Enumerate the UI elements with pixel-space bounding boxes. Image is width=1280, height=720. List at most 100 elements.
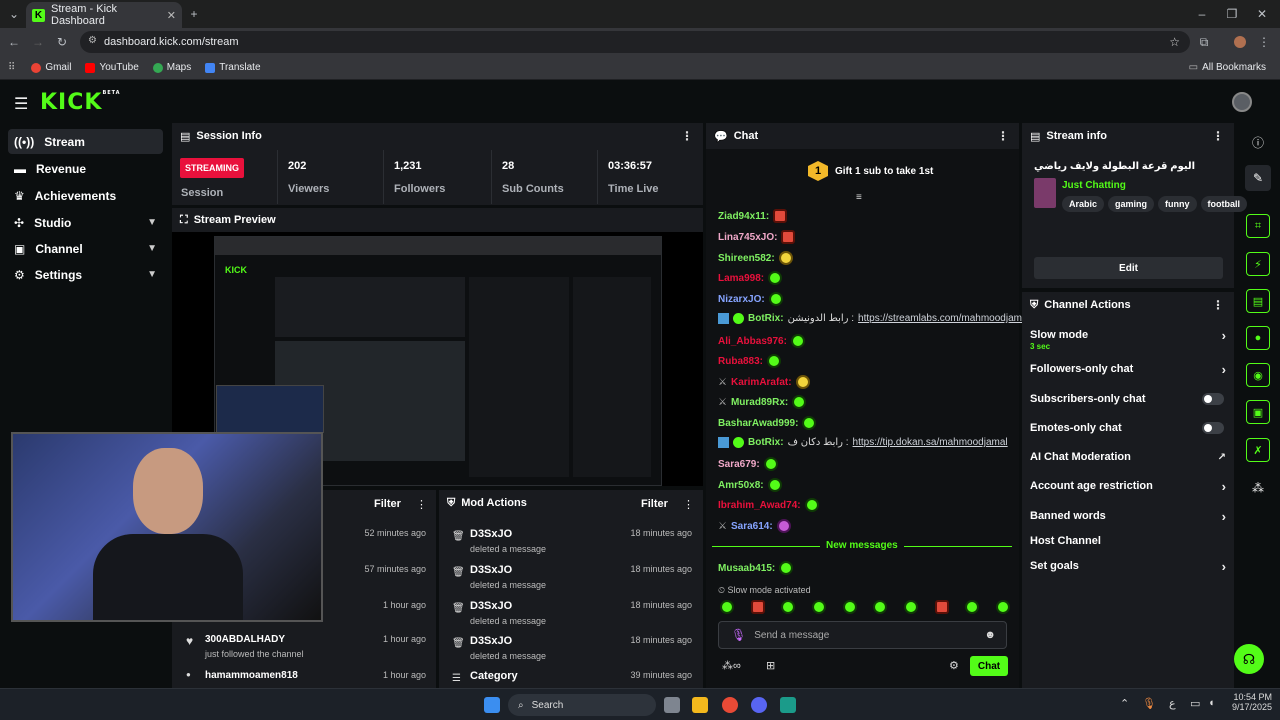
broadcast-icon[interactable]: ◉ (1246, 363, 1270, 387)
tag[interactable]: football (1200, 196, 1248, 212)
back-icon[interactable]: ← (6, 34, 22, 50)
sidebar-item-stream[interactable]: ((•)) Stream (8, 129, 163, 154)
sidebar-item-revenue[interactable]: ▬ Revenue (8, 156, 163, 181)
action-set-goals[interactable]: Set goals › (1030, 559, 1226, 574)
activity-user[interactable]: hamammoamen818 (205, 670, 298, 681)
emote-icon[interactable] (965, 600, 980, 614)
bookmark-translate[interactable]: Translate (205, 62, 261, 73)
site-info-icon[interactable]: ⚙ (88, 35, 97, 46)
action-followers-only[interactable]: Followers-only chat › (1030, 362, 1226, 377)
tag[interactable]: gaming (1108, 196, 1155, 212)
more-options-icon[interactable]: ⋮ (683, 498, 694, 511)
forward-icon[interactable]: → (30, 34, 46, 50)
support-headset-icon[interactable]: ☊ (1234, 644, 1264, 674)
subscribers-only-toggle[interactable] (1202, 393, 1224, 405)
sidebar-item-studio[interactable]: ✣ Studio ▼ (8, 210, 163, 235)
chat-link[interactable]: https://tip.dokan.sa/mahmoodjamal (853, 437, 1008, 448)
action-ai-moderation[interactable]: AI Chat Moderation ↗ (1030, 451, 1226, 463)
bookmark-maps[interactable]: Maps (152, 62, 191, 73)
activity-filter-button[interactable]: Filter (374, 498, 401, 510)
url-bar[interactable]: ⚙ dashboard.kick.com/stream ☆ (80, 31, 1190, 53)
new-messages-label[interactable]: New messages (820, 540, 904, 551)
share-icon[interactable]: ⁂ (1252, 481, 1264, 495)
input-language[interactable]: ع (1169, 697, 1176, 710)
emotes-only-toggle[interactable] (1202, 422, 1224, 434)
document-icon[interactable]: ▤ (1246, 289, 1270, 313)
tab-close-icon[interactable]: ✕ (167, 9, 176, 22)
chat-settings-icon[interactable]: ⚙ (949, 659, 959, 672)
gift-icon[interactable]: ⊞ (766, 659, 775, 672)
action-account-age[interactable]: Account age restriction › (1030, 479, 1226, 494)
system-clock[interactable]: 10:54 PM 9/17/2025 (1232, 692, 1272, 712)
bookmark-star-icon[interactable]: ☆ (1169, 35, 1180, 49)
tag[interactable]: Arabic (1062, 196, 1105, 212)
clip-icon[interactable]: ⌗ (1246, 214, 1270, 238)
user-avatar[interactable] (1232, 92, 1252, 112)
pinned-collapse-icon[interactable]: ≡ (856, 192, 862, 203)
extensions-icon[interactable]: ⧉ (1196, 34, 1212, 50)
gift-sub-text[interactable]: Gift 1 sub to take 1st (835, 166, 933, 177)
more-options-icon[interactable]: ⋮ (1212, 129, 1224, 143)
wrench-icon[interactable]: ✗ (1246, 438, 1270, 462)
close-window-icon[interactable]: ✕ (1254, 6, 1270, 22)
emote-icon[interactable] (720, 600, 734, 614)
pencil-icon[interactable]: ✎ (1245, 165, 1271, 191)
apps-icon[interactable]: ⠿ (8, 62, 15, 73)
file-explorer-icon[interactable] (692, 697, 708, 713)
more-options-icon[interactable]: ⋮ (997, 129, 1009, 143)
action-banned-words[interactable]: Banned words › (1030, 509, 1226, 524)
emote-icon[interactable] (842, 600, 857, 614)
bookmark-youtube[interactable]: YouTube (85, 62, 139, 73)
browser-tab[interactable]: K Stream - Kick Dashboard ✕ (26, 2, 182, 28)
edit-stream-info-button[interactable]: Edit (1034, 257, 1223, 279)
kick-logo[interactable]: KICKBETA (40, 90, 121, 115)
emote-icon[interactable] (995, 600, 1010, 614)
lightning-icon[interactable]: ⚡ (1246, 252, 1270, 276)
info-circle-icon[interactable]: ⓘ (1252, 134, 1264, 151)
layout-icon[interactable]: ▣ (1246, 400, 1270, 424)
sidebar-item-achievements[interactable]: ♛ Achievements (8, 183, 163, 208)
more-options-icon[interactable]: ⋮ (681, 129, 693, 143)
taskbar-search[interactable]: ⌕ Search (508, 694, 656, 716)
windows-start-icon[interactable] (484, 697, 500, 713)
action-subscribers-only[interactable]: Subscribers-only chat (1030, 393, 1226, 405)
activity-user[interactable]: 300ABDALHADY (205, 634, 285, 645)
emote-icon[interactable] (781, 600, 796, 614)
chat-link[interactable]: https://streamlabs.com/mahmoodjamal2 (858, 313, 1035, 324)
emote-icon[interactable] (873, 600, 888, 614)
send-chat-button[interactable]: Chat (970, 656, 1008, 676)
emoji-icon[interactable]: ☻ (984, 629, 996, 641)
new-tab-icon[interactable]: + (186, 6, 202, 22)
mod-filter-button[interactable]: Filter (641, 498, 668, 510)
category-thumbnail[interactable] (1034, 178, 1056, 208)
sidebar-item-channel[interactable]: ▣ Channel ▼ (8, 236, 163, 261)
more-options-icon[interactable]: ⋮ (416, 498, 427, 511)
hamburger-menu-icon[interactable]: ☰ (14, 94, 28, 114)
points-icon[interactable]: ⁂∞ (722, 659, 741, 672)
kick-app-icon[interactable] (780, 697, 796, 713)
emote-icon[interactable] (903, 600, 918, 614)
tray-expand-icon[interactable]: ⌃ (1120, 697, 1129, 710)
action-emotes-only[interactable]: Emotes-only chat (1030, 422, 1226, 434)
bookmark-gmail[interactable]: Gmail (31, 62, 71, 73)
sidebar-item-settings[interactable]: ⚙ Settings ▼ (8, 262, 163, 287)
browser-menu-icon[interactable]: ⋮ (1256, 34, 1272, 50)
chrome-icon[interactable] (722, 697, 738, 713)
stream-category[interactable]: Just Chatting (1062, 180, 1126, 191)
action-host-channel[interactable]: Host Channel (1030, 535, 1226, 547)
action-slow-mode[interactable]: Slow mode › (1030, 328, 1226, 343)
microphone-icon[interactable]: 🎙 (731, 628, 746, 642)
more-options-icon[interactable]: ⋮ (1212, 298, 1224, 312)
emote-icon[interactable] (934, 600, 949, 614)
discord-icon[interactable] (751, 697, 767, 713)
tab-search-icon[interactable]: ⌄ (6, 6, 22, 22)
reload-icon[interactable]: ↻ (54, 34, 70, 50)
chat-bubble-icon[interactable]: ● (1246, 326, 1270, 350)
emote-icon[interactable] (811, 600, 826, 614)
mic-tray-icon[interactable]: 🎙 (1142, 697, 1156, 710)
all-bookmarks[interactable]: ▭ All Bookmarks (1189, 62, 1266, 73)
emote-icon[interactable] (750, 600, 765, 614)
profile-avatar[interactable] (1234, 36, 1246, 48)
chat-input[interactable]: 🎙 Send a message ☻ (718, 621, 1007, 649)
volume-icon[interactable]: ◖ (1208, 697, 1215, 709)
